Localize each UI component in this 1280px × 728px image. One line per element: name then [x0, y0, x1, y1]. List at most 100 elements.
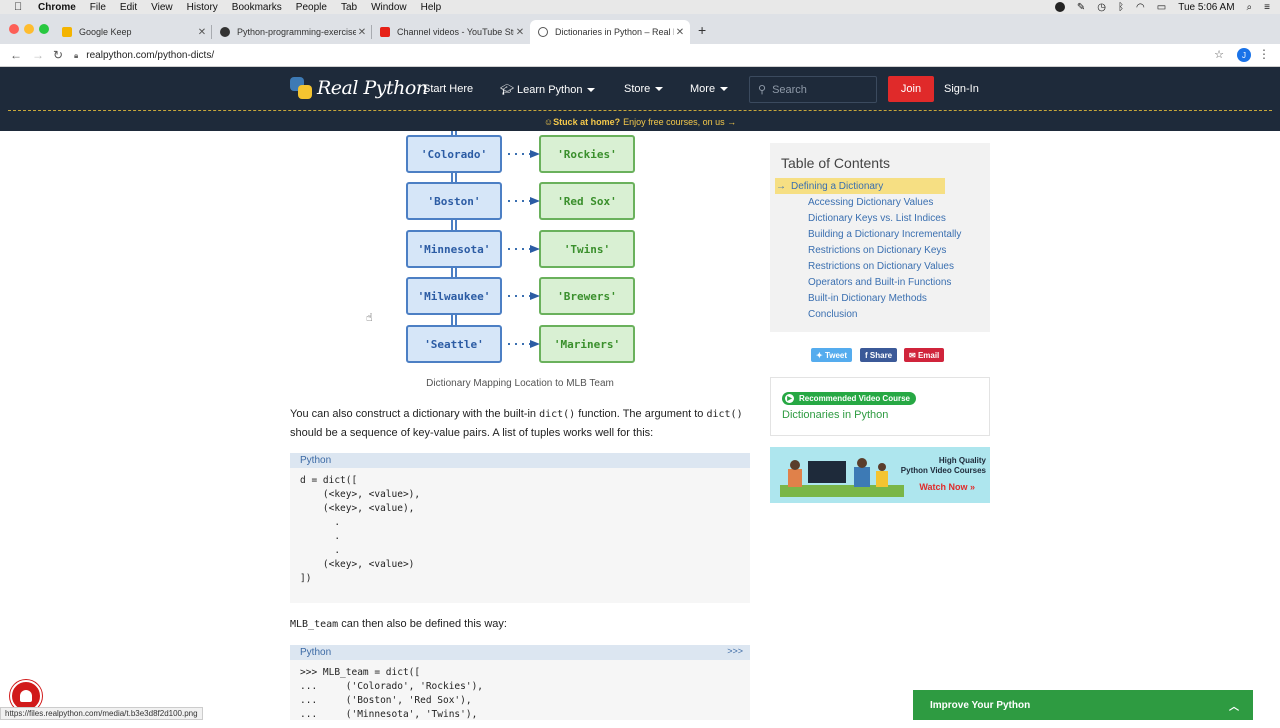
toc-item-methods[interactable]: Built-in Dictionary Methods: [792, 290, 961, 306]
ad-illustration: [780, 458, 904, 497]
clock-text[interactable]: Tue 5:06 AM: [1178, 2, 1234, 13]
battery-icon[interactable]: ▭: [1157, 2, 1166, 13]
tab-youtube-studio[interactable]: Channel videos - YouTube Stud ✕: [372, 20, 530, 44]
apple-menu-icon[interactable]: : [14, 1, 28, 13]
menu-edit[interactable]: Edit: [120, 2, 137, 13]
diagram-arrow: [508, 150, 540, 158]
toc-item-accessing[interactable]: Accessing Dictionary Values: [792, 194, 961, 210]
menu-tab[interactable]: Tab: [341, 2, 357, 13]
code-line: (<key>, <value>): [300, 559, 415, 570]
facebook-share-button[interactable]: f Share: [860, 348, 898, 362]
code-block[interactable]: Python d = dict([ (<key>, <value>), (<ke…: [290, 453, 750, 603]
bookmark-star-icon[interactable]: ☆: [1214, 48, 1224, 61]
timer-status-icon[interactable]: ◷: [1097, 2, 1106, 13]
profile-avatar[interactable]: J: [1237, 48, 1251, 62]
toc-item-restrictions-values[interactable]: Restrictions on Dictionary Values: [792, 258, 961, 274]
forward-arrow-icon[interactable]: →: [32, 48, 44, 62]
menu-people[interactable]: People: [296, 2, 327, 13]
bluetooth-icon[interactable]: ᛒ: [1118, 2, 1124, 13]
tweet-button[interactable]: ✦ Tweet: [811, 348, 853, 362]
tab-google-keep[interactable]: Google Keep ✕: [54, 20, 212, 44]
diagram-arrow: [508, 340, 540, 348]
promo-bold: Stuck at home?: [553, 116, 621, 127]
tab-dictionaries-in-python[interactable]: Dictionaries in Python – Real P ✕: [530, 20, 690, 44]
close-tab-icon[interactable]: ✕: [674, 27, 686, 38]
diagram-value: 'Red Sox': [539, 182, 635, 220]
close-tab-icon[interactable]: ✕: [196, 27, 208, 38]
code-line: .: [300, 545, 341, 556]
menu-window[interactable]: Window: [371, 2, 407, 13]
spotlight-search-icon[interactable]: ⌕: [1247, 2, 1253, 13]
nav-more[interactable]: More: [690, 83, 729, 95]
chevron-down-icon: [587, 88, 596, 93]
code-body[interactable]: >>> MLB_team = dict([... ('Colorado', 'R…: [290, 660, 750, 728]
back-arrow-icon[interactable]: ←: [10, 48, 22, 62]
close-tab-icon[interactable]: ✕: [356, 27, 368, 38]
toc-item-defining[interactable]: → Defining a Dictionary: [775, 178, 945, 194]
maximize-window-button[interactable]: [39, 24, 49, 34]
toc-item-operators[interactable]: Operators and Built-in Functions: [792, 274, 961, 290]
feather-status-icon[interactable]: ✎: [1077, 2, 1085, 13]
lock-icon[interactable]: 🔒︎: [74, 51, 78, 61]
menu-app-chrome[interactable]: Chrome: [38, 2, 76, 13]
search-input[interactable]: ⚲ Search: [749, 76, 877, 103]
code-block-repl[interactable]: Python >>> >>> MLB_team = dict([... ('Col…: [290, 645, 750, 720]
improve-your-python-bar[interactable]: Improve Your Python ︿: [913, 690, 1253, 720]
chevron-up-icon[interactable]: ︿: [1229, 698, 1239, 713]
menu-file[interactable]: File: [90, 2, 106, 13]
toc-item-keys-vs-indices[interactable]: Dictionary Keys vs. List Indices: [792, 210, 961, 226]
share-label: Tweet: [824, 350, 848, 360]
site-header: Real Python Start Here 🎓︎ Learn Python S…: [0, 67, 1280, 112]
toggle-prompt-button[interactable]: >>>: [727, 646, 743, 656]
real-python-logo[interactable]: Real Python: [290, 77, 428, 99]
menu-help[interactable]: Help: [421, 2, 442, 13]
nav-label: Learn Python: [517, 84, 583, 96]
email-share-button[interactable]: ✉ Email: [904, 348, 945, 362]
minimize-window-button[interactable]: [24, 24, 34, 34]
url-field[interactable]: 🔒︎ realpython.com/python-dicts/: [74, 46, 1224, 65]
nav-store[interactable]: Store: [624, 83, 664, 95]
code-line: ]): [300, 573, 312, 584]
ad-cta[interactable]: Watch Now »: [919, 482, 975, 492]
join-button[interactable]: Join: [888, 76, 934, 102]
toc-label: Building a Dictionary Incrementally: [808, 228, 962, 240]
toc-label: Built-in Dictionary Methods: [808, 292, 927, 304]
nav-start-here[interactable]: Start Here: [423, 83, 473, 95]
nav-learn-python[interactable]: 🎓︎ Learn Python: [500, 83, 596, 96]
recommended-course-link[interactable]: Dictionaries in Python: [782, 409, 888, 421]
code-language-label: Python: [290, 453, 750, 468]
code-body[interactable]: d = dict([ (<key>, <value>), (<key>, <va…: [290, 468, 750, 592]
reload-icon[interactable]: ↻: [53, 48, 63, 62]
twitter-icon: ✦: [816, 350, 825, 360]
tab-python-exercises[interactable]: Python-programming-exercise ✕: [212, 20, 372, 44]
diagram-value: 'Twins': [539, 230, 635, 268]
wifi-icon[interactable]: ◠: [1136, 2, 1145, 13]
browser-menu-icon[interactable]: ⋮: [1258, 47, 1270, 61]
diagram-key: 'Minnesota': [406, 230, 502, 268]
toc-item-restrictions-keys[interactable]: Restrictions on Dictionary Keys: [792, 242, 961, 258]
play-icon: ▶: [785, 394, 794, 403]
recommended-course-card[interactable]: ▶ Recommended Video Course Dictionaries i…: [770, 377, 990, 436]
menu-view[interactable]: View: [151, 2, 173, 13]
menu-bookmarks[interactable]: Bookmarks: [232, 2, 282, 13]
sign-in-link[interactable]: Sign-In: [944, 83, 979, 95]
menu-history[interactable]: History: [187, 2, 218, 13]
toc-label: Restrictions on Dictionary Values: [808, 260, 954, 272]
recommended-badge: ▶ Recommended Video Course: [782, 392, 916, 405]
record-status-icon[interactable]: [1054, 2, 1065, 12]
code-line: ... ('Boston', 'Red Sox'),: [300, 695, 472, 706]
toc-item-conclusion[interactable]: Conclusion: [792, 306, 961, 322]
code-line: .: [300, 517, 341, 528]
toc-item-building[interactable]: Building a Dictionary Incrementally: [792, 226, 961, 242]
globe-icon: [538, 27, 548, 37]
notification-center-icon[interactable]: ≡: [1264, 2, 1270, 13]
close-window-button[interactable]: [9, 24, 19, 34]
toc-label: Operators and Built-in Functions: [808, 276, 952, 288]
figure-caption: Dictionary Mapping Location to MLB Team: [426, 378, 614, 389]
video-courses-ad[interactable]: High Quality Python Video Courses Watch N…: [770, 447, 990, 503]
diagram-connector: [451, 172, 457, 182]
close-tab-icon[interactable]: ✕: [514, 27, 526, 38]
promo-banner[interactable]: ☺︎ Stuck at home? Enjoy free courses, on…: [0, 112, 1280, 131]
youtube-icon: [380, 27, 390, 37]
new-tab-button[interactable]: +: [698, 22, 706, 38]
